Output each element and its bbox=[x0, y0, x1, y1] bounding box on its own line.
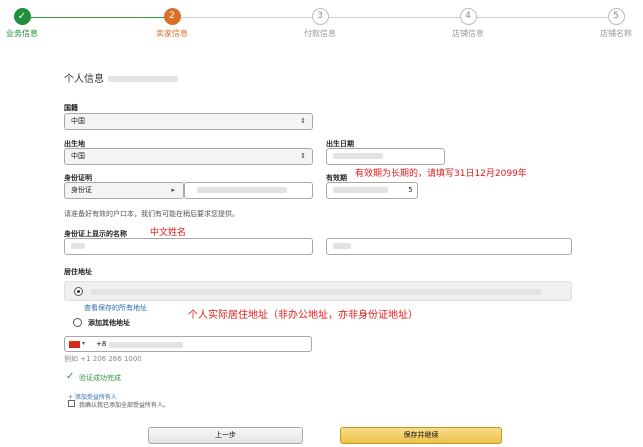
id-type-select[interactable]: 身份证 ▸ bbox=[64, 182, 184, 199]
redacted-text bbox=[333, 153, 383, 159]
step-seller-info: 2 卖家信息 bbox=[132, 8, 212, 39]
step-number: 2 bbox=[163, 8, 181, 25]
section-title-text: 个人信息 bbox=[64, 74, 104, 85]
birthplace-select[interactable]: 中国 ⇕ bbox=[64, 148, 313, 165]
id-note: 请准备好有效的户口本，我们有可能在稍后要求您提供。 bbox=[64, 210, 239, 218]
step-payment-info: 3 付款信息 bbox=[280, 8, 360, 39]
nationality-select[interactable]: 中国 ⇕ bbox=[64, 113, 313, 130]
step-label: 店铺信息 bbox=[452, 29, 484, 38]
confirm-beneficiary-checkbox[interactable] bbox=[68, 400, 75, 407]
birthdate-field[interactable] bbox=[326, 148, 445, 165]
step-store-info: 4 店铺信息 bbox=[428, 8, 508, 39]
name-field-1[interactable] bbox=[64, 238, 313, 255]
section-title: 个人信息 bbox=[64, 70, 178, 85]
step-business-info: ✓ 业务信息 bbox=[0, 8, 62, 39]
step-label: 卖家信息 bbox=[156, 29, 188, 38]
phone-field[interactable]: ▾ +8 bbox=[64, 336, 312, 352]
birthplace-value: 中国 bbox=[71, 152, 85, 160]
address-annotation: 个人实际居住地址（非办公地址，亦非身份证地址） bbox=[188, 310, 418, 321]
id-type-value: 身份证 bbox=[71, 186, 92, 194]
updown-arrow-icon: ⇕ bbox=[300, 152, 306, 160]
check-icon: ✓ bbox=[66, 371, 75, 382]
step-label: 业务信息 bbox=[6, 29, 38, 38]
redacted-text bbox=[91, 289, 541, 295]
step-number: 3 bbox=[311, 8, 329, 25]
add-other-address-option[interactable]: 添加其他地址 bbox=[88, 318, 130, 328]
redacted-text bbox=[197, 187, 287, 193]
phone-prefix: +8 bbox=[96, 340, 107, 348]
expiry-field[interactable]: 5 bbox=[326, 182, 418, 199]
step-store-name: 5 店铺名称 bbox=[576, 8, 643, 39]
phone-example: 例如 +1 206 266 1000 bbox=[64, 355, 142, 363]
redacted-text bbox=[109, 342, 183, 348]
dropdown-arrow-icon: ▸ bbox=[171, 186, 175, 194]
redacted-text bbox=[108, 76, 178, 82]
nationality-value: 中国 bbox=[71, 117, 85, 125]
view-all-addresses-link[interactable]: 查看保存的所有地址 bbox=[84, 303, 147, 313]
check-icon: ✓ bbox=[13, 8, 31, 25]
radio-selected-icon[interactable] bbox=[74, 287, 83, 296]
id-number-field[interactable] bbox=[184, 182, 313, 199]
nationality-label: 国籍 bbox=[64, 104, 78, 112]
step-number: 4 bbox=[459, 8, 477, 25]
verify-success-text: 验证成功完成 bbox=[79, 374, 121, 382]
save-continue-button[interactable]: 保存并继续 bbox=[340, 427, 502, 444]
china-flag-icon[interactable] bbox=[69, 338, 80, 348]
redacted-text bbox=[333, 243, 351, 249]
radio-unselected-icon[interactable] bbox=[73, 318, 82, 327]
redacted-text bbox=[333, 187, 388, 193]
previous-button[interactable]: 上一步 bbox=[148, 427, 303, 444]
expiry-value: 5 bbox=[408, 186, 413, 194]
confirm-beneficiary-text: 我确认我已添加全部受益所有人。 bbox=[79, 402, 170, 409]
step-label: 店铺名称 bbox=[600, 29, 632, 38]
saved-address-option[interactable] bbox=[64, 281, 572, 301]
expiry-annotation: 有效期为长期的，请填写31日12月2099年 bbox=[355, 169, 527, 179]
stepper-line-pending bbox=[172, 17, 616, 18]
step-number: 5 bbox=[607, 8, 625, 25]
progress-stepper: ✓ 业务信息 2 卖家信息 3 付款信息 4 店铺信息 5 店铺名称 bbox=[0, 0, 643, 44]
name-field-2[interactable] bbox=[326, 238, 572, 255]
chinese-name-annotation: 中文姓名 bbox=[150, 228, 187, 238]
step-label: 付款信息 bbox=[304, 29, 336, 38]
redacted-text bbox=[71, 243, 85, 249]
updown-arrow-icon: ⇕ bbox=[300, 117, 306, 125]
residence-label: 居住地址 bbox=[64, 268, 92, 276]
chevron-down-icon[interactable]: ▾ bbox=[82, 337, 85, 351]
